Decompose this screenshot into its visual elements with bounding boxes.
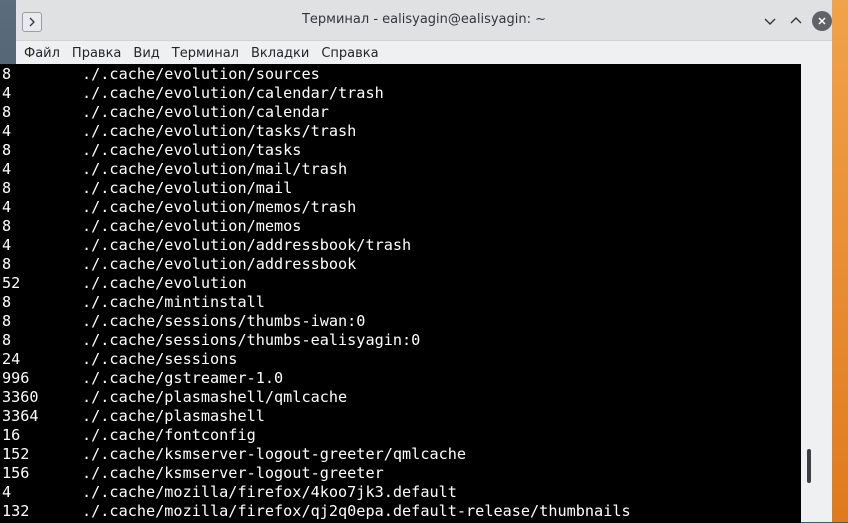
disk-usage-path: ./.cache/sessions xyxy=(82,350,238,368)
terminal-line: 3364 ./.cache/plasmashell xyxy=(0,407,801,426)
terminal-line: 4 ./.cache/evolution/tasks/trash xyxy=(0,122,801,141)
minimize-button[interactable] xyxy=(760,11,780,31)
menu-file[interactable]: Файл xyxy=(18,46,66,61)
terminal-line: 24 ./.cache/sessions xyxy=(0,350,801,369)
disk-usage-size: 8 xyxy=(2,103,12,121)
menu-tabs[interactable]: Вкладки xyxy=(245,46,315,61)
disk-usage-size: 8 xyxy=(2,217,12,235)
terminal-line: 156 ./.cache/ksmserver-logout-greeter xyxy=(0,464,801,483)
disk-usage-path: ./.cache/ksmserver-logout-greeter/qmlcac… xyxy=(82,445,467,463)
disk-usage-path: ./.cache/evolution/sources xyxy=(82,65,320,83)
disk-usage-size: 8 xyxy=(2,141,12,159)
terminal-line: 4 ./.cache/evolution/mail/trash xyxy=(0,160,801,179)
disk-usage-path: ./.cache/evolution/calendar/trash xyxy=(82,84,384,102)
disk-usage-size: 8 xyxy=(2,293,12,311)
disk-usage-path: ./.cache/ksmserver-logout-greeter xyxy=(82,464,384,482)
terminal-line: 8 ./.cache/evolution/sources xyxy=(0,65,801,84)
terminal-line: 8 ./.cache/sessions/thumbs-ealisyagin:0 xyxy=(0,331,801,350)
terminal-line: 8 ./.cache/sessions/thumbs-iwan:0 xyxy=(0,312,801,331)
disk-usage-path: ./.cache/mozilla/firefox/4koo7jk3.defaul… xyxy=(82,483,457,501)
terminal-line: 4 ./.cache/evolution/addressbook/trash xyxy=(0,236,801,255)
terminal-line: 4 ./.cache/mozilla/firefox/4koo7jk3.defau… xyxy=(0,483,801,502)
disk-usage-size: 24 xyxy=(2,350,21,368)
menu-view[interactable]: Вид xyxy=(127,46,165,61)
close-icon xyxy=(818,17,826,25)
disk-usage-path: ./.cache/fontconfig xyxy=(82,426,256,444)
close-button[interactable] xyxy=(812,11,832,31)
terminal-line: 8 ./.cache/evolution/calendar xyxy=(0,103,801,122)
disk-usage-size: 8 xyxy=(2,255,12,273)
disk-usage-path: ./.cache/evolution/mail xyxy=(82,179,293,197)
disk-usage-path: ./.cache/mozilla/firefox/qj2q0epa.defaul… xyxy=(82,502,631,520)
disk-usage-path: ./.cache/evolution/memos/trash xyxy=(82,198,357,216)
terminal-line: 4 ./.cache/evolution/memos/trash xyxy=(0,198,801,217)
disk-usage-size: 3360 xyxy=(2,388,39,406)
disk-usage-path: ./.cache/sessions/thumbs-ealisyagin:0 xyxy=(82,331,421,349)
disk-usage-size: 8 xyxy=(2,179,12,197)
terminal-line: 8 ./.cache/mintinstall xyxy=(0,293,801,312)
disk-usage-path: ./.cache/evolution/calendar xyxy=(82,103,329,121)
disk-usage-path: ./.cache/evolution/tasks xyxy=(82,141,302,159)
scrollbar[interactable] xyxy=(801,64,816,522)
disk-usage-path: ./.cache/evolution/addressbook/trash xyxy=(82,236,412,254)
terminal-line: 132 ./.cache/mozilla/firefox/qj2q0epa.def… xyxy=(0,502,801,521)
terminal-line: 4 ./.cache/evolution/calendar/trash xyxy=(0,84,801,103)
disk-usage-size: 4 xyxy=(2,236,12,254)
maximize-button[interactable] xyxy=(786,11,806,31)
terminal-line: 8 ./.cache/evolution/mail xyxy=(0,179,801,198)
disk-usage-path: ./.cache/mintinstall xyxy=(82,293,265,311)
menubar: Файл Правка Вид Терминал Вкладки Справка xyxy=(16,41,832,65)
disk-usage-size: 4 xyxy=(2,160,12,178)
disk-usage-size: 3364 xyxy=(2,407,39,425)
desktop-background-right xyxy=(832,0,848,522)
disk-usage-size: 52 xyxy=(2,274,21,292)
terminal-line: 8 ./.cache/evolution/tasks xyxy=(0,141,801,160)
disk-usage-size: 4 xyxy=(2,122,12,140)
disk-usage-size: 152 xyxy=(2,445,30,463)
disk-usage-path: ./.cache/sessions/thumbs-iwan:0 xyxy=(82,312,366,330)
disk-usage-path: ./.cache/evolution/addressbook xyxy=(82,255,357,273)
disk-usage-size: 8 xyxy=(2,312,12,330)
disk-usage-path: ./.cache/evolution/mail/trash xyxy=(82,160,348,178)
menu-edit[interactable]: Правка xyxy=(66,46,127,61)
disk-usage-path: ./.cache/evolution/tasks/trash xyxy=(82,122,357,140)
disk-usage-path: ./.cache/plasmashell xyxy=(82,407,265,425)
disk-usage-size: 4 xyxy=(2,84,12,102)
terminal-line: 152 ./.cache/ksmserver-logout-greeter/qml… xyxy=(0,445,801,464)
disk-usage-path: ./.cache/evolution/memos xyxy=(82,217,302,235)
disk-usage-size: 8 xyxy=(2,331,12,349)
scrollbar-thumb[interactable] xyxy=(807,449,811,483)
terminal-line: 3360 ./.cache/plasmashell/qmlcache xyxy=(0,388,801,407)
disk-usage-path: ./.cache/plasmashell/qmlcache xyxy=(82,388,348,406)
terminal-line: 8 ./.cache/evolution/addressbook xyxy=(0,255,801,274)
disk-usage-size: 156 xyxy=(2,464,30,482)
disk-usage-size: 996 xyxy=(2,369,30,387)
terminal-line: 996 ./.cache/gstreamer-1.0 xyxy=(0,369,801,388)
disk-usage-size: 8 xyxy=(2,65,12,83)
terminal-line: 8 ./.cache/evolution/memos xyxy=(0,217,801,236)
terminal-line: 16 ./.cache/fontconfig xyxy=(0,426,801,445)
disk-usage-size: 16 xyxy=(2,426,21,444)
disk-usage-path: ./.cache/evolution xyxy=(82,274,247,292)
chevron-down-icon xyxy=(764,18,776,25)
window-title: Терминал - ealisyagin@ealisyagin: ~ xyxy=(301,12,547,27)
disk-usage-size: 4 xyxy=(2,198,12,216)
terminal-line: 52 ./.cache/evolution xyxy=(0,274,801,293)
chevron-up-icon xyxy=(790,17,802,24)
disk-usage-path: ./.cache/gstreamer-1.0 xyxy=(82,369,284,387)
menu-terminal[interactable]: Терминал xyxy=(166,46,245,61)
terminal-output[interactable]: 8 ./.cache/evolution/sources 4 ./.cache/evo… xyxy=(0,64,801,523)
menu-help[interactable]: Справка xyxy=(315,46,384,61)
disk-usage-size: 4 xyxy=(2,483,12,501)
titlebar[interactable]: Терминал - ealisyagin@ealisyagin: ~ xyxy=(16,0,832,41)
disk-usage-size: 132 xyxy=(2,502,30,520)
